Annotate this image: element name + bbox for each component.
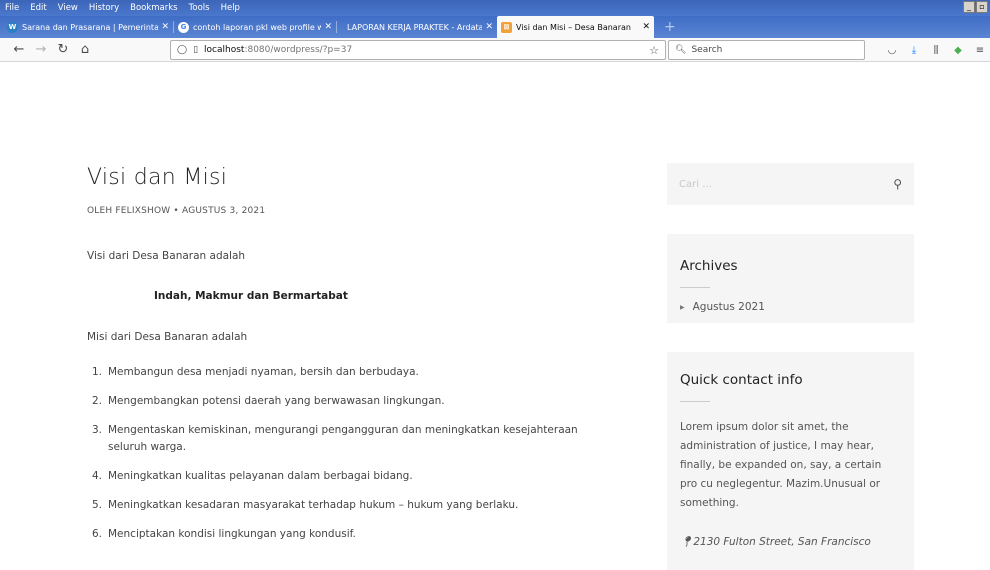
list-item: 6. Menciptakan kondisi lingkungan yang ko… <box>92 528 356 540</box>
address: 📍︎2130 Fulton Street, San Francisco <box>680 536 871 548</box>
menu-icon[interactable]: ≡ <box>972 42 988 58</box>
pocket-icon[interactable]: ◡ <box>884 42 900 58</box>
restore-icon[interactable]: ▫ <box>976 1 988 13</box>
close-icon[interactable]: ✕ <box>485 22 493 32</box>
mission-intro: Misi dari Desa Banaran adalah <box>87 331 248 343</box>
search-icon: 🔍︎ <box>675 45 687 55</box>
url-host: localhost <box>204 45 245 55</box>
menu-file[interactable]: File <box>5 3 19 13</box>
tab-sarana[interactable]: W Sarana dan Prasarana | Pemerintal ✕ <box>3 16 173 38</box>
navigation-bar: ← → ↻ ⌂ ◯ ▯ localhost:8080/wordpress/?p=… <box>0 38 990 62</box>
tab-visi-misi[interactable]: ⊠ Visi dan Misi – Desa Banaran ✕ <box>497 16 654 38</box>
close-icon[interactable]: ✕ <box>161 22 169 32</box>
post-title: Visi dan Misi <box>87 165 228 190</box>
sidebar-search-input[interactable]: Cari … <box>679 179 893 190</box>
vision-statement: Indah, Makmur dan Bermartabat <box>154 290 348 302</box>
new-tab-icon[interactable]: + <box>654 19 686 35</box>
search-placeholder: Search <box>691 45 723 55</box>
contact-widget: Quick contact info Lorem ipsum dolor sit… <box>667 352 914 570</box>
menu-edit[interactable]: Edit <box>30 3 46 13</box>
bookmark-star-icon[interactable]: ☆ <box>649 44 659 57</box>
sidebar-search[interactable]: Cari … ⚲ <box>667 163 914 205</box>
url-path: :8080/wordpress/?p=37 <box>244 45 353 55</box>
menu-view[interactable]: View <box>58 3 78 13</box>
site-icon: ⊠ <box>501 21 512 33</box>
wordpress-icon: W <box>7 21 18 33</box>
contact-text: Lorem ipsum dolor sit amet, the administ… <box>680 421 882 509</box>
divider <box>680 287 710 288</box>
mission-list: 1. Membangun desa menjadi nyaman, bersih … <box>92 364 632 555</box>
forward-icon[interactable]: → <box>30 39 52 61</box>
tab-title: Sarana dan Prasarana | Pemerintal <box>22 22 159 32</box>
list-item: 1. Membangun desa menjadi nyaman, bersih … <box>92 366 419 378</box>
archives-title: Archives <box>680 258 738 274</box>
close-icon[interactable]: ✕ <box>642 22 650 32</box>
toolbar-actions: ◡ ⤓ ⫼ ◆ ≡ <box>884 40 988 60</box>
menu-tools[interactable]: Tools <box>189 3 210 13</box>
archive-link[interactable]: ▶ Agustus 2021 <box>680 301 901 313</box>
url-bar[interactable]: ◯ ▯ localhost:8080/wordpress/?p=37 ☆ <box>170 40 666 60</box>
divider <box>680 401 710 402</box>
map-pin-icon: 📍︎ <box>680 536 694 548</box>
post-meta: OLEH FELIXSHOW • AGUSTUS 3, 2021 <box>87 206 266 216</box>
back-icon[interactable]: ← <box>8 39 30 61</box>
download-icon[interactable]: ⤓ <box>906 42 922 58</box>
menu-help[interactable]: Help <box>221 3 240 13</box>
menu-bookmarks[interactable]: Bookmarks <box>130 3 178 13</box>
shield-icon[interactable]: ◯ <box>177 45 187 55</box>
archives-widget: Archives ▶ Agustus 2021 <box>667 234 914 323</box>
library-icon[interactable]: ⫼ <box>928 42 944 58</box>
menu-history[interactable]: History <box>89 3 119 13</box>
page-content: Visi dan Misi OLEH FELIXSHOW • AGUSTUS 3… <box>0 63 990 570</box>
close-icon[interactable]: ✕ <box>324 22 332 32</box>
tab-title: Visi dan Misi – Desa Banaran <box>516 22 631 32</box>
tab-contoh-laporan[interactable]: G contoh laporan pkl web profile wor ✕ <box>174 16 336 38</box>
reload-icon[interactable]: ↻ <box>52 39 74 61</box>
contact-title: Quick contact info <box>680 372 803 388</box>
caret-right-icon: ▶ <box>680 303 685 311</box>
list-item: 2. Mengembangkan potensi daerah yang berw… <box>92 395 445 407</box>
google-icon: G <box>178 21 189 33</box>
extension-icon[interactable]: ◆ <box>950 42 966 58</box>
window-controls: _ ▫ <box>963 1 988 13</box>
vision-intro: Visi dari Desa Banaran adalah <box>87 250 246 262</box>
minimize-icon[interactable]: _ <box>963 1 975 13</box>
list-item: 3. Mengentaskan kemiskinan, mengurangi pe… <box>92 424 578 453</box>
tab-title: LAPORAN KERJA PRAKTEK - Ardata Ind <box>347 22 483 32</box>
tab-title: contoh laporan pkl web profile wor <box>193 22 322 32</box>
tab-bar: W Sarana dan Prasarana | Pemerintal ✕ G … <box>0 16 990 38</box>
list-item: 4. Meningkatkan kualitas pelayanan dalam … <box>92 470 413 482</box>
search-icon[interactable]: ⚲ <box>893 177 902 191</box>
home-icon[interactable]: ⌂ <box>74 39 96 61</box>
tab-laporan-kerja[interactable]: LAPORAN KERJA PRAKTEK - Ardata Ind ✕ <box>337 16 497 38</box>
list-item: 5. Meningkatkan kesadaran masyarakat terh… <box>92 499 519 511</box>
menu-bar: File Edit View History Bookmarks Tools H… <box>0 0 990 16</box>
search-bar[interactable]: 🔍︎ Search <box>668 40 865 60</box>
page-icon: ▯ <box>193 45 199 55</box>
